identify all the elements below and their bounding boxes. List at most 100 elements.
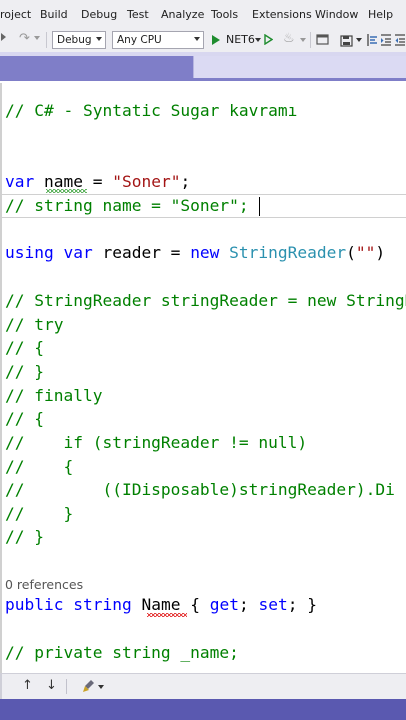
save-all-icon[interactable]	[340, 33, 354, 47]
code-line-comment-3: // {	[5, 337, 44, 359]
paren-open: (	[346, 243, 356, 262]
bottom-bar-edge	[0, 674, 2, 700]
comment-text: // finally	[5, 386, 103, 405]
comment-string-name: // string name = "Soner";	[5, 196, 249, 215]
align-icon[interactable]	[366, 33, 378, 47]
brace-close: ; }	[287, 595, 317, 614]
paren-close: )	[375, 243, 386, 262]
active-document-tab[interactable]	[193, 56, 406, 78]
code-line-var: var name = "Soner";	[5, 171, 190, 193]
comment-text: // {	[5, 457, 74, 476]
menu-project[interactable]: roject	[0, 8, 31, 21]
hot-reload-icon[interactable]: ♨	[283, 31, 295, 46]
text-caret	[259, 197, 260, 216]
codelens-references[interactable]: 0 references	[5, 577, 83, 592]
chevron-down-icon	[194, 37, 200, 41]
keyword-get: get	[209, 595, 239, 614]
comment-text: // try	[5, 315, 64, 334]
comment-text: // }	[5, 362, 44, 381]
bottom-bar-separator	[66, 679, 67, 694]
code-line-comment-6: // {	[5, 408, 44, 430]
menu-test[interactable]: Test	[127, 8, 149, 21]
code-editor[interactable]: // C# - Syntatic Sugar kavramı var name …	[0, 83, 406, 673]
toolbar: ↷ Debug Any CPU NET6 ♨	[0, 28, 406, 52]
outdent-icon[interactable]	[394, 33, 406, 47]
status-bar	[0, 699, 406, 720]
start-debug-icon[interactable]	[212, 35, 220, 45]
code-line-comment-1: // StringReader stringReader = new Strin…	[5, 290, 406, 312]
keyword-var: var	[5, 172, 35, 191]
code-line-using: using var reader = new StringReader("")	[5, 242, 385, 264]
suggestion-squiggle	[46, 189, 87, 193]
brace-open: {	[180, 595, 210, 614]
code-line-comment-11: // }	[5, 526, 44, 548]
gutter-margin	[0, 83, 2, 673]
semicolon: ;	[180, 172, 191, 191]
keyword-new: new	[190, 243, 220, 262]
editor-bottom-bar: ↑ ↓	[0, 673, 406, 700]
comment-text: // }	[5, 504, 74, 523]
run-target-dropdown-icon[interactable]	[255, 38, 261, 42]
run-target-label[interactable]: NET6	[226, 33, 255, 46]
code-line-comment-7: // if (stringReader != null)	[5, 432, 307, 454]
comment-text: // }	[5, 527, 44, 546]
arrow-up-icon[interactable]: ↑	[22, 678, 33, 693]
comment-title: // C# - Syntatic Sugar kavramı	[5, 101, 298, 120]
error-squiggle	[147, 613, 187, 617]
code-line-comment-string: // string name = "Soner";	[5, 195, 249, 217]
string-empty: ""	[355, 243, 376, 262]
code-line-comment-5: // finally	[5, 385, 102, 407]
keyword-public: public	[5, 595, 64, 614]
toolbar-separator	[310, 32, 311, 48]
comment-text: // ((IDisposable)stringReader).Di	[5, 480, 395, 499]
toolbar-separator	[46, 32, 47, 48]
code-line-comment-4: // }	[5, 361, 44, 383]
code-line-title: // C# - Syntatic Sugar kavramı	[5, 100, 297, 122]
document-tab-strip	[0, 52, 406, 81]
keyword-using-var: using var	[5, 243, 93, 262]
menu-tools[interactable]: Tools	[211, 8, 238, 21]
comment-text: // {	[5, 409, 44, 428]
tab-underline	[0, 78, 406, 81]
comment-text: // if (stringReader != null)	[5, 433, 308, 452]
platform-select[interactable]: Any CPU	[112, 31, 204, 49]
code-cleanup-dropdown-icon[interactable]	[98, 685, 104, 689]
string-literal: "Soner"	[112, 172, 181, 191]
configuration-value: Debug	[57, 34, 92, 46]
redo-dropdown-icon[interactable]	[34, 36, 40, 40]
save-dropdown-icon[interactable]	[356, 38, 362, 42]
arrow-down-icon[interactable]: ↓	[46, 678, 57, 693]
code-line-comment-8: // {	[5, 456, 73, 478]
code-line-comment-2: // try	[5, 314, 63, 336]
menu-build[interactable]: Build	[40, 8, 68, 21]
comment-text: // {	[5, 338, 44, 357]
identifier-name-property: Name	[131, 595, 181, 614]
redo-icon[interactable]: ↷	[19, 31, 30, 46]
code-line-comment-9: // ((IDisposable)stringReader).Di	[5, 479, 395, 501]
hot-reload-dropdown-icon[interactable]	[300, 38, 306, 42]
type-stringreader: StringReader	[219, 243, 347, 262]
menu-bar: roject Build Debug Test Analyze Tools Ex…	[0, 0, 406, 28]
comment-text: // StringReader stringReader = new Strin…	[5, 291, 406, 310]
operator-assign: =	[82, 172, 113, 191]
platform-value: Any CPU	[117, 34, 162, 46]
code-line-comment-10: // }	[5, 503, 73, 525]
menu-debug[interactable]: Debug	[81, 8, 117, 21]
keyword-set: set	[258, 595, 288, 614]
indent-icon[interactable]	[380, 33, 392, 47]
keyword-string: string	[63, 595, 132, 614]
semicolon: ;	[238, 595, 259, 614]
chevron-down-icon	[96, 37, 102, 41]
comment-private-name: // private string _name;	[5, 643, 239, 662]
identifier-reader: reader =	[92, 243, 191, 262]
menu-analyze[interactable]: Analyze	[161, 8, 204, 21]
start-without-debug-icon[interactable]	[264, 33, 274, 46]
configuration-select[interactable]: Debug	[52, 31, 106, 49]
code-line-last-comment: // private string _name;	[5, 642, 239, 664]
menu-extensions[interactable]: Extensions	[252, 8, 312, 21]
browser-link-icon[interactable]	[316, 33, 329, 46]
menu-help[interactable]: Help	[368, 8, 393, 21]
code-cleanup-icon[interactable]	[82, 679, 96, 693]
menu-window[interactable]: Window	[315, 8, 358, 21]
nav-dropdown-icon[interactable]	[1, 33, 6, 41]
